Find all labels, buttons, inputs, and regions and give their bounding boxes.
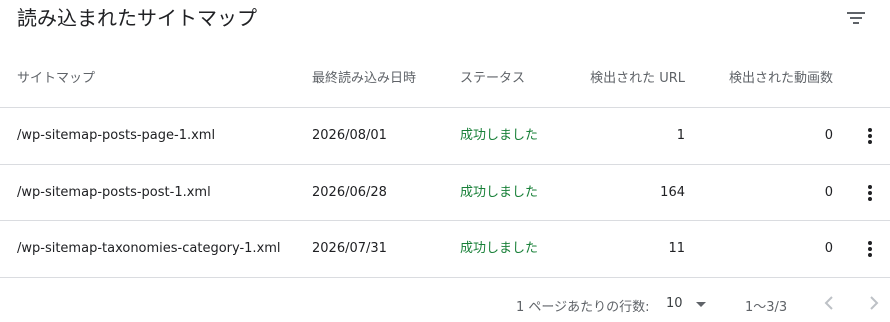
last-read-date: 2026/07/31 xyxy=(312,241,387,256)
rows-per-page-value: 10 xyxy=(666,296,683,311)
sitemap-path: /wp-sitemap-taxonomies-category-1.xml xyxy=(17,241,281,256)
column-header-discovered-videos[interactable]: 検出された動画数 xyxy=(729,70,833,88)
chevron-left-icon xyxy=(824,296,833,310)
table-row[interactable]: /wp-sitemap-posts-page-1.xml 2026/08/01 … xyxy=(0,108,890,164)
more-vert-icon xyxy=(868,185,872,201)
more-vert-icon xyxy=(868,241,872,257)
sitemap-path: /wp-sitemap-posts-post-1.xml xyxy=(17,185,211,200)
previous-page-button[interactable] xyxy=(817,291,841,315)
filter-icon xyxy=(847,12,865,24)
discovered-videos-count: 0 xyxy=(824,241,833,256)
status-text: 成功しました xyxy=(460,185,539,200)
row-menu-button[interactable] xyxy=(856,122,884,150)
column-header-status[interactable]: ステータス xyxy=(460,70,525,88)
discovered-videos-count: 0 xyxy=(824,185,833,200)
more-vert-icon xyxy=(868,128,872,144)
discovered-videos-count: 0 xyxy=(824,128,833,143)
column-header-discovered-urls[interactable]: 検出された URL xyxy=(590,70,685,88)
discovered-urls-count: 1 xyxy=(676,128,685,143)
last-read-date: 2026/06/28 xyxy=(312,185,387,200)
column-header-last-read[interactable]: 最終読み込み日時 xyxy=(312,70,416,88)
sitemap-path: /wp-sitemap-posts-page-1.xml xyxy=(17,128,216,143)
table-row[interactable]: /wp-sitemap-posts-post-1.xml 2026/06/28 … xyxy=(0,165,890,221)
row-menu-button[interactable] xyxy=(856,179,884,207)
pagination-range: 1〜3/3 xyxy=(745,300,788,315)
table-row[interactable]: /wp-sitemap-taxonomies-category-1.xml 20… xyxy=(0,221,890,277)
status-text: 成功しました xyxy=(460,128,539,143)
row-menu-button[interactable] xyxy=(856,235,884,263)
pagination: 1 ページあたりの行数: 10 1〜3/3 xyxy=(0,288,890,322)
chevron-right-icon xyxy=(870,296,879,310)
discovered-urls-count: 164 xyxy=(660,185,685,200)
column-header-sitemap[interactable]: サイトマップ xyxy=(17,70,95,88)
status-text: 成功しました xyxy=(460,241,539,256)
rows-per-page-select[interactable]: 10 xyxy=(666,296,712,314)
caret-down-icon xyxy=(696,302,706,307)
next-page-button[interactable] xyxy=(862,291,886,315)
rows-per-page-label: 1 ページあたりの行数: xyxy=(516,300,650,315)
filter-button[interactable] xyxy=(842,4,870,32)
table-bottom-divider xyxy=(0,277,890,278)
card-header: 読み込まれたサイトマップ xyxy=(0,0,890,50)
discovered-urls-count: 11 xyxy=(668,241,685,256)
page-title: 読み込まれたサイトマップ xyxy=(17,6,257,30)
last-read-date: 2026/08/01 xyxy=(312,128,387,143)
column-header-discovered-urls-label: 検出された URL xyxy=(590,71,685,86)
